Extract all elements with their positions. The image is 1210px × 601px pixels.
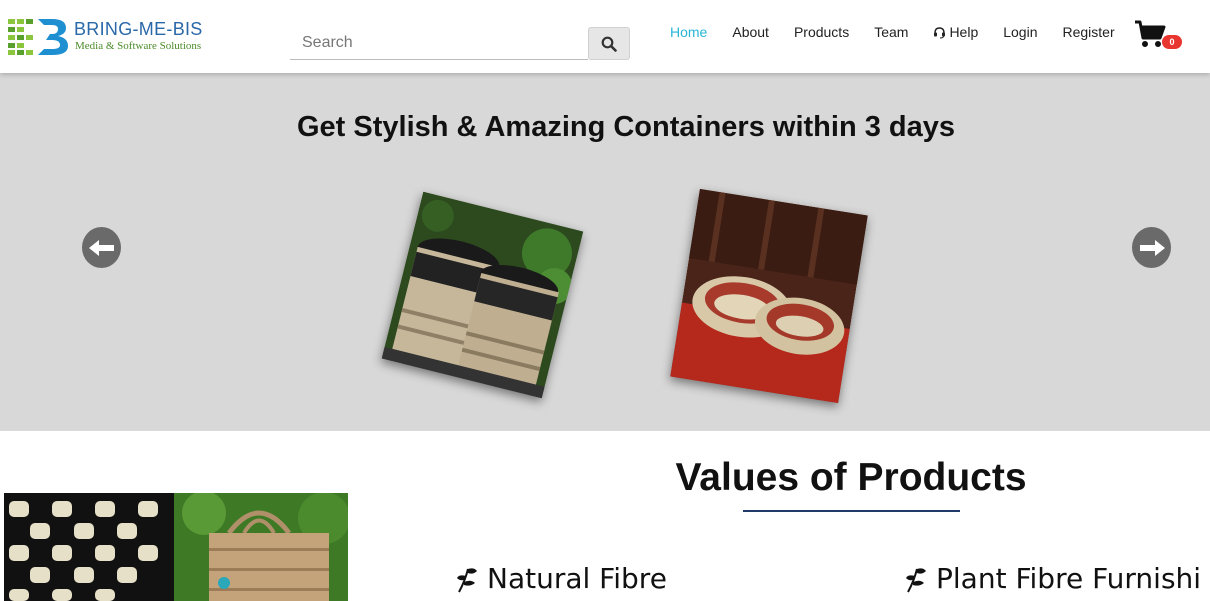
brand-tagline: Media & Software Solutions: [75, 40, 202, 52]
value-item-label: Natural Fibre: [487, 562, 667, 595]
arrow-right-icon: [1139, 239, 1165, 256]
nav-login[interactable]: Login: [1003, 23, 1037, 41]
nav-help[interactable]: Help: [933, 23, 978, 41]
search-bar: [290, 26, 630, 60]
nav-products[interactable]: Products: [794, 23, 849, 41]
search-input[interactable]: [290, 26, 588, 60]
leaf-icon: [455, 565, 481, 593]
value-item-label: Plant Fibre Furnishi: [936, 562, 1202, 595]
search-icon: [601, 36, 617, 52]
nav-team[interactable]: Team: [874, 23, 908, 41]
arrow-left-icon: [88, 239, 114, 256]
brand-logo[interactable]: BRING-ME-BIS Media & Software Solutions: [8, 17, 208, 57]
brand-name: BRING-ME-BIS: [74, 19, 203, 39]
logo-mark-icon: [8, 19, 68, 55]
search-button[interactable]: [588, 27, 630, 60]
nav-home[interactable]: Home: [670, 23, 707, 41]
value-item-natural-fibre: Natural Fibre: [455, 562, 667, 595]
carousel-next-button[interactable]: [1132, 227, 1171, 268]
product-collage-image: [4, 493, 348, 601]
site-header: BRING-ME-BIS Media & Software Solutions …: [0, 0, 1210, 73]
hero-image-trays: [670, 188, 868, 404]
hero-title: Get Stylish & Amazing Containers within …: [297, 111, 955, 143]
hero-carousel: Get Stylish & Amazing Containers within …: [0, 73, 1210, 431]
carousel-prev-button[interactable]: [82, 227, 121, 268]
main-nav: Home About Products Team Help Login Regi…: [658, 23, 1140, 41]
nav-help-label: Help: [949, 24, 979, 40]
nav-register[interactable]: Register: [1063, 23, 1115, 41]
hero-image-baskets: [381, 191, 584, 399]
cart-icon: [1135, 20, 1166, 47]
cart-count-badge: 0: [1162, 35, 1182, 49]
value-item-plant-fibre: Plant Fibre Furnishi: [904, 562, 1201, 595]
headset-icon: [933, 26, 946, 39]
values-section-title: Values of Products: [675, 456, 1027, 499]
nav-about[interactable]: About: [732, 23, 769, 41]
cart-button[interactable]: 0: [1134, 20, 1184, 52]
leaf-icon: [904, 565, 930, 593]
values-title-underline: [743, 510, 960, 512]
